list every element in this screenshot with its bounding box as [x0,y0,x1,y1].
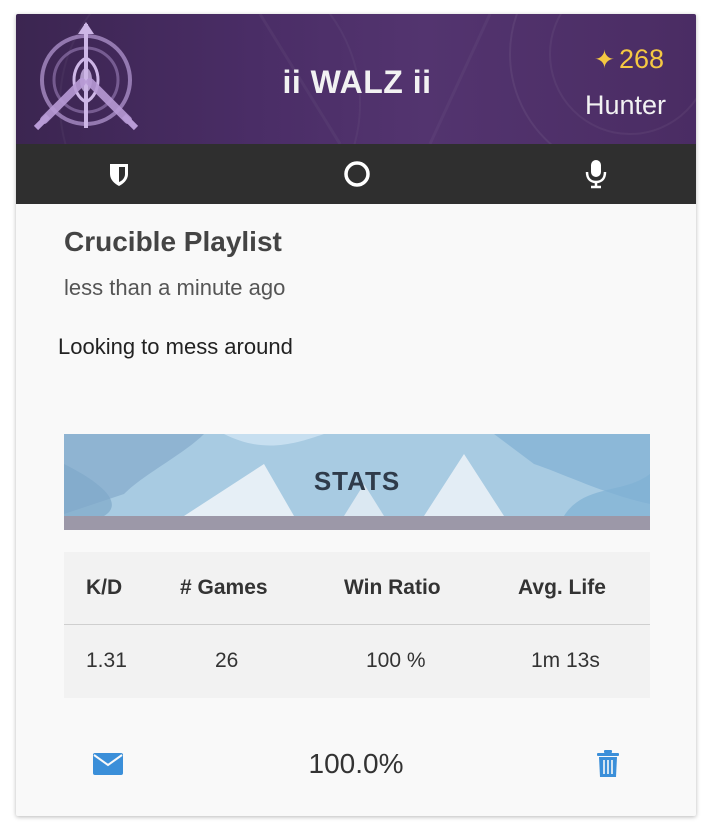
header-games: # Games [180,576,268,599]
value-games: 26 [215,649,239,672]
time-posted: less than a minute ago [64,275,286,300]
light-level-value: 268 [618,44,664,74]
activity-title: Crucible Playlist [64,226,282,257]
stats-header-row: K/D # Games Win Ratio Avg. Life [64,552,650,625]
header-win-ratio: Win Ratio [344,576,441,599]
shield-icon [89,144,149,204]
post-message: Looking to mess around [58,334,293,359]
circle-icon [327,144,387,204]
completion-percentage: 100.0% [308,748,404,779]
value-avg-life: 1m 13s [531,649,600,672]
star-icon: ✦ [593,46,615,74]
light-level: ✦ 268 [594,44,664,75]
stats-table: K/D # Games Win Ratio Avg. Life 1.31 26 … [64,552,650,698]
value-kd: 1.31 [86,649,127,672]
class-name: Hunter [584,90,666,120]
header-avg-life: Avg. Life [518,576,606,599]
platform-icon-bar [16,144,696,204]
stats-banner: STATS [64,434,650,530]
trash-icon[interactable] [596,750,620,783]
player-banner: ii WALZ ii ✦ 268 Hunter [16,14,696,144]
stats-value-row: 1.31 26 100 % 1m 13s [64,625,650,697]
fireteam-card: ii WALZ ii ✦ 268 Hunter Crucible Playlist [16,14,696,816]
stats-label: STATS [313,466,401,496]
value-win-ratio: 100 % [366,649,426,672]
header-kd: K/D [86,576,123,599]
microphone-icon [566,144,626,204]
